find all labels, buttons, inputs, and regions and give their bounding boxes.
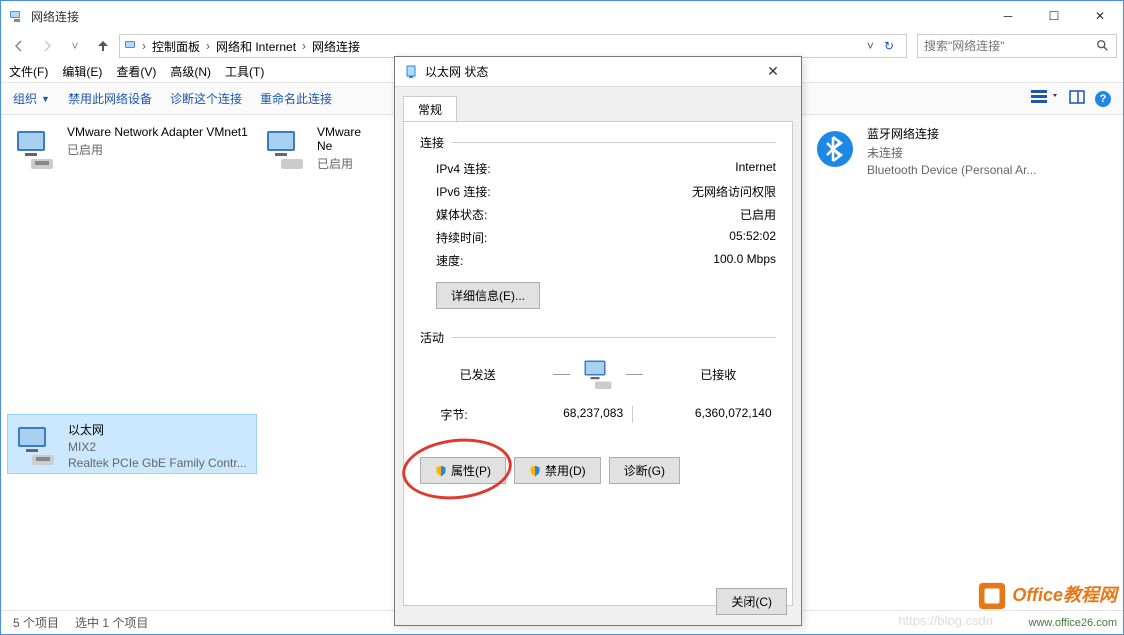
breadcrumb-dropdown[interactable]: ˅ (863, 39, 878, 53)
crumb-1[interactable]: 控制面板 (148, 38, 204, 55)
crumb-2[interactable]: 网络和 Internet (212, 38, 300, 55)
status-selected-count: 选中 1 个项目 (75, 614, 148, 631)
close-dialog-button[interactable]: 关闭(C) (716, 588, 787, 615)
watermark-text1: Office教程网 (1012, 585, 1117, 605)
disable-button-label: 禁用(D) (545, 462, 586, 479)
tool-disable-device[interactable]: 禁用此网络设备 (68, 90, 152, 107)
up-button[interactable] (91, 34, 115, 58)
sent-label: 已发送 (438, 366, 518, 383)
adapter-name: 蓝牙网络连接 (867, 125, 1057, 142)
adapter-item-vmnet1[interactable]: VMware Network Adapter VMnet1 已启用 (7, 119, 257, 179)
close-button[interactable]: ✕ (1077, 1, 1123, 31)
diagnose-button[interactable]: 诊断(G) (609, 457, 680, 484)
window-title: 网络连接 (31, 8, 985, 25)
adapter-status: Bluetooth Device (Personal Ar... (867, 163, 1057, 177)
media-value: 已启用 (740, 206, 776, 223)
office-logo-icon (977, 581, 1007, 611)
tab-body: 连接 IPv4 连接: Internet IPv6 连接: 无网络访问权限 媒体状态… (403, 121, 793, 606)
duration-label: 持续时间: (436, 229, 487, 246)
adapter-status: 已启用 (67, 141, 248, 158)
dialog-title: 以太网 状态 (419, 63, 753, 80)
speed-label: 速度: (436, 252, 463, 269)
bytes-recv-value: 6,360,072,140 (642, 406, 772, 423)
shield-icon (529, 465, 541, 477)
tool-diagnose[interactable]: 诊断这个连接 (170, 90, 242, 107)
properties-button-label: 属性(P) (451, 462, 491, 479)
view-options-button[interactable] (1031, 89, 1059, 108)
duration-value: 05:52:02 (729, 229, 776, 246)
location-icon (124, 38, 140, 54)
ipv4-value: Internet (735, 160, 776, 177)
dialog-titlebar[interactable]: 以太网 状态 ✕ (395, 57, 801, 87)
bytes-label: 字节: (424, 406, 484, 423)
network-adapter-icon (11, 125, 59, 173)
crumb-3[interactable]: 网络连接 (308, 38, 364, 55)
preview-pane-button[interactable] (1069, 89, 1085, 108)
menu-view[interactable]: 查看(V) (116, 63, 156, 80)
watermark-text2: www.office26.com (1029, 617, 1117, 629)
speed-value: 100.0 Mbps (713, 252, 776, 269)
search-input[interactable] (922, 38, 1082, 54)
help-button[interactable]: ? (1095, 91, 1111, 107)
media-label: 媒体状态: (436, 206, 487, 223)
activity-graphic: ── ── (553, 356, 643, 392)
menu-tools[interactable]: 工具(T) (225, 63, 264, 80)
dialog-close-button[interactable]: ✕ (753, 63, 793, 80)
properties-button[interactable]: 属性(P) (420, 457, 506, 484)
tool-organize[interactable]: 组织 ▼ (13, 90, 50, 107)
menu-file[interactable]: 文件(F) (9, 63, 48, 80)
adapter-name: 以太网 (68, 421, 247, 438)
window-titlebar: 网络连接 ─ ☐ ✕ (1, 1, 1123, 31)
network-connections-icon (9, 8, 25, 24)
network-adapter-icon (261, 125, 309, 173)
adapter-status: Realtek PCIe GbE Family Contr... (68, 456, 247, 470)
search-box[interactable] (917, 34, 1117, 58)
tab-strip: 常规 (395, 87, 801, 121)
section-activity-label: 活动 (420, 329, 444, 346)
status-item-count: 5 个项目 (13, 614, 59, 631)
adapter-subtitle: 未连接 (867, 144, 1057, 161)
ipv6-value: 无网络访问权限 (692, 183, 776, 200)
disable-button[interactable]: 禁用(D) (514, 457, 601, 484)
search-icon[interactable] (1096, 39, 1110, 56)
network-adapter-icon (12, 421, 60, 469)
details-button[interactable]: 详细信息(E)... (436, 282, 540, 309)
adapter-item-ethernet[interactable]: 以太网 MIX2 Realtek PCIe GbE Family Contr..… (7, 414, 257, 474)
bytes-sent-value: 68,237,083 (493, 406, 623, 423)
adapter-name: VMware Ne (317, 125, 373, 153)
tool-rename[interactable]: 重命名此连接 (260, 90, 332, 107)
maximize-button[interactable]: ☐ (1031, 1, 1077, 31)
menu-edit[interactable]: 编辑(E) (62, 63, 102, 80)
watermark: Office教程网 www.office26.com (977, 581, 1117, 630)
ethernet-status-dialog: 以太网 状态 ✕ 常规 连接 IPv4 连接: Internet IPv6 连接:… (394, 56, 802, 626)
forward-button[interactable] (35, 34, 59, 58)
minimize-button[interactable]: ─ (985, 1, 1031, 31)
bluetooth-icon (811, 125, 859, 173)
refresh-button[interactable]: ↻ (880, 39, 898, 53)
adapter-subtitle: MIX2 (68, 440, 247, 454)
adapter-item-vmnet8[interactable]: VMware Ne 已启用 (257, 119, 377, 179)
shield-icon (435, 465, 447, 477)
recv-label: 已接收 (678, 366, 758, 383)
ipv6-label: IPv6 连接: (436, 183, 491, 200)
address-breadcrumb[interactable]: › 控制面板 › 网络和 Internet › 网络连接 ˅ ↻ (119, 34, 907, 58)
back-button[interactable] (7, 34, 31, 58)
adapter-name: VMware Network Adapter VMnet1 (67, 125, 248, 139)
activity-computer-icon (578, 356, 618, 392)
ethernet-icon (403, 64, 419, 80)
history-dropdown[interactable]: ˅ (63, 34, 87, 58)
menu-advanced[interactable]: 高级(N) (170, 63, 211, 80)
section-connection-label: 连接 (420, 134, 444, 151)
tab-general[interactable]: 常规 (403, 96, 457, 122)
ipv4-label: IPv4 连接: (436, 160, 491, 177)
adapter-status: 已启用 (317, 155, 373, 172)
adapter-item-bluetooth[interactable]: 蓝牙网络连接 未连接 Bluetooth Device (Personal Ar… (807, 119, 1067, 179)
